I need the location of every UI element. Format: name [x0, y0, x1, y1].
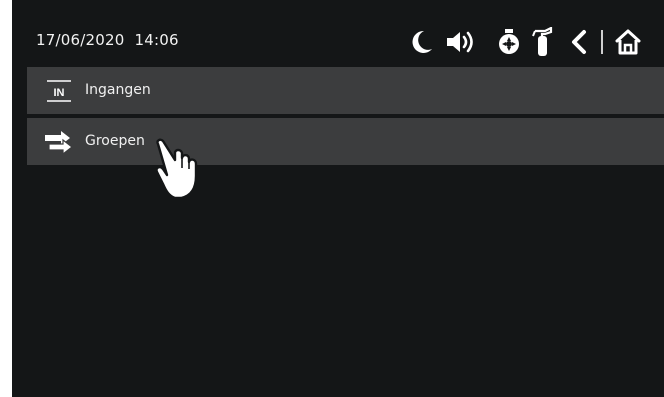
time-text: 14:06: [134, 31, 179, 49]
fire-extinguisher-icon[interactable]: [531, 27, 555, 57]
menu-item-groepen[interactable]: Groepen: [27, 118, 664, 165]
inputs-in-icon: IN: [47, 80, 71, 102]
back-chevron-icon[interactable]: [569, 29, 589, 55]
date-time: 17/06/2020 14:06: [36, 31, 179, 49]
inputs-icon-text: IN: [54, 87, 65, 99]
status-bar: 17/06/2020 14:06: [12, 0, 664, 64]
menu-item-label: Ingangen: [85, 82, 151, 98]
menu-item-label: Groepen: [85, 133, 145, 149]
date-text: 17/06/2020: [36, 31, 125, 49]
device-screen: 17/06/2020 14:06 IN Ingangen Groepen: [12, 0, 664, 397]
ventilation-fan-icon[interactable]: [497, 28, 521, 56]
groups-arrows-icon: [45, 131, 73, 156]
pointing-hand-cursor-icon: [155, 138, 198, 200]
night-mode-moon-icon[interactable]: [408, 29, 434, 55]
status-divider: [601, 30, 603, 54]
home-icon[interactable]: [614, 28, 642, 56]
menu-item-ingangen[interactable]: IN Ingangen: [27, 67, 664, 114]
speaker-volume-icon[interactable]: [445, 29, 477, 55]
